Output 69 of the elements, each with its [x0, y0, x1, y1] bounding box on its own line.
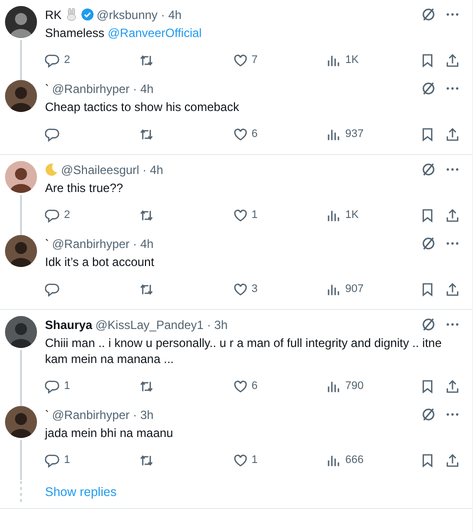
- slashed-circle-icon[interactable]: [421, 317, 436, 332]
- heart-icon[interactable]: [232, 126, 248, 142]
- share-icon[interactable]: [445, 282, 460, 296]
- view-count: 666: [345, 454, 364, 466]
- view-count: 1K: [345, 54, 359, 66]
- share-icon[interactable]: [445, 452, 460, 468]
- bookmark-icon[interactable]: [420, 452, 435, 468]
- reply-count: 1: [64, 454, 70, 466]
- display-name[interactable]: RK: [45, 8, 62, 22]
- slashed-circle-icon[interactable]: [421, 407, 436, 422]
- repost-icon[interactable]: [138, 282, 154, 296]
- heart-icon[interactable]: [232, 378, 248, 394]
- repost-icon[interactable]: [138, 208, 154, 222]
- reply-icon[interactable]: [45, 452, 60, 468]
- display-name[interactable]: `: [45, 236, 49, 250]
- display-name[interactable]: Shaurya: [45, 318, 92, 332]
- reply-icon[interactable]: [45, 282, 60, 296]
- view-count: 790: [345, 380, 364, 392]
- heart-icon[interactable]: [232, 282, 248, 296]
- tweet-text: Shameless @RanveerOfficial: [45, 25, 203, 41]
- tweet-text: Are this true??: [45, 180, 124, 196]
- repost-icon[interactable]: [138, 378, 154, 394]
- handle-and-time[interactable]: @rksbunny · 4h: [96, 8, 182, 22]
- reply-icon[interactable]: [45, 208, 60, 222]
- bookmark-icon[interactable]: [420, 378, 435, 394]
- heart-icon[interactable]: [232, 452, 248, 468]
- like-count: 7: [252, 54, 258, 66]
- slashed-circle-icon[interactable]: [421, 7, 436, 22]
- like-count: 6: [252, 380, 258, 392]
- like-count: 3: [252, 283, 258, 295]
- view-count: 937: [345, 128, 364, 140]
- view-count: 907: [345, 283, 364, 295]
- reply-icon[interactable]: [45, 378, 60, 394]
- share-icon[interactable]: [445, 126, 460, 142]
- slashed-circle-icon[interactable]: [421, 81, 436, 96]
- repost-icon[interactable]: [138, 452, 154, 468]
- reply-icon[interactable]: [45, 52, 60, 68]
- reply-count: 2: [64, 54, 70, 66]
- tweet-text: jada mein bhi na maanu: [45, 425, 174, 441]
- bookmark-icon[interactable]: [420, 52, 435, 68]
- display-name[interactable]: `: [45, 82, 49, 96]
- handle-and-time[interactable]: @Ranbirhyper · 4h: [52, 82, 154, 96]
- share-icon[interactable]: [445, 52, 460, 68]
- handle-and-time[interactable]: @Shaileesgurl · 4h: [61, 162, 164, 176]
- slashed-circle-icon[interactable]: [421, 162, 436, 177]
- repost-icon[interactable]: [138, 126, 154, 142]
- display-name[interactable]: `: [45, 408, 49, 422]
- view-count: 1K: [345, 209, 359, 221]
- heart-icon[interactable]: [232, 52, 248, 68]
- like-count: 1: [252, 454, 258, 466]
- like-count: 6: [252, 128, 258, 140]
- like-count: 1: [252, 209, 258, 221]
- handle-and-time[interactable]: @Ranbirhyper · 4h: [52, 236, 154, 250]
- share-icon[interactable]: [445, 378, 460, 394]
- handle-and-time[interactable]: @Ranbirhyper · 3h: [52, 408, 154, 422]
- bookmark-icon[interactable]: [420, 282, 435, 296]
- repost-icon[interactable]: [138, 52, 154, 68]
- share-icon[interactable]: [445, 208, 460, 222]
- tweet-text: Idk it’s a bot account: [45, 254, 156, 270]
- heart-icon[interactable]: [232, 208, 248, 222]
- bookmark-icon[interactable]: [420, 126, 435, 142]
- reply-count: 1: [64, 380, 70, 392]
- slashed-circle-icon[interactable]: [421, 236, 436, 251]
- reply-icon[interactable]: [45, 126, 60, 142]
- bookmark-icon[interactable]: [420, 208, 435, 222]
- tweet-text: Cheap tactics to show his comeback: [45, 99, 240, 115]
- handle-and-time[interactable]: @KissLay_Pandey1 · 3h: [95, 318, 228, 332]
- tweet-text: Chiii man .. i know u personally.. u r a man of full integrity and dignity .. itne kam mein na manana ...: [45, 335, 443, 367]
- reply-count: 2: [64, 209, 70, 221]
